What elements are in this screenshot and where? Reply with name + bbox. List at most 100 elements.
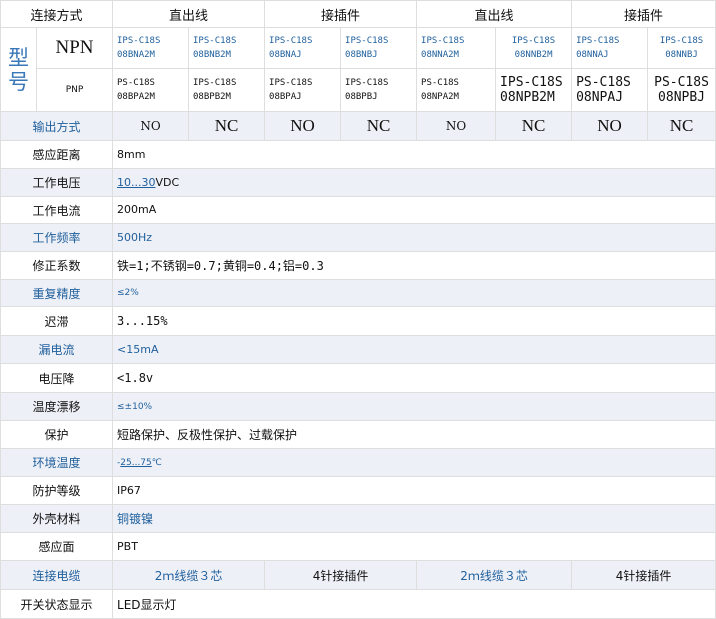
spec-row-housing-material: 外壳材料 铜镀镍 [0, 504, 716, 533]
status-label: 开关状态显示 [0, 589, 114, 619]
npn-model-line2: 08BNAJ [269, 50, 302, 60]
header-direct-cable-2: 直出线 [416, 0, 573, 28]
spec-row-operating-frequency: 工作频率 500Hz [0, 223, 716, 252]
model-label-char1: 型 [8, 45, 29, 70]
spec-label: 保护 [0, 420, 114, 449]
pnp-model-line2: 08NPA2M [421, 92, 459, 102]
temp-unit: ℃ [151, 457, 162, 468]
npn-label: NPN [35, 27, 114, 69]
header-direct-cable-1: 直出线 [112, 0, 266, 28]
pnp-model-cell: PS-C18S 08BPA2M [112, 68, 190, 112]
spec-value: 短路保护、反极性保护、过载保护 [112, 420, 716, 449]
spec-label: 感应面 [0, 532, 114, 561]
pnp-model-line2: 08NPB2M [500, 90, 555, 105]
spec-row-sensing-distance: 感应距离 8mm [0, 140, 716, 169]
spec-row-protection-rating: 防护等级 IP67 [0, 476, 716, 505]
spec-row-correction-factor: 修正系数 铁=1;不锈钢=0.7;黄铜=0.4;铝=0.3 [0, 251, 716, 280]
spec-row-operating-current: 工作电流 200mA [0, 196, 716, 224]
npn-model-cell: IPS-C18S 08NNBJ [647, 27, 716, 69]
output-value: NC [647, 111, 716, 141]
cable-label: 连接电缆 [0, 560, 114, 590]
npn-model-cell: IPS-C18S 08BNAJ [264, 27, 342, 69]
cable-value-connector-1: 4针接插件 [264, 560, 418, 590]
cable-value-connector-2: 4针接插件 [571, 560, 716, 590]
npn-model-line2: 08BNA2M [117, 50, 155, 60]
spec-value: 3...15% [112, 306, 716, 336]
spec-value: PBT [112, 532, 716, 561]
spec-row-repeatability: 重复精度 ≤2% [0, 279, 716, 307]
pnp-model-line1: PS-C18S [654, 75, 709, 90]
temperature-range-link[interactable]: 25...75 [120, 458, 152, 468]
npn-model-line1: IPS-C18S [345, 36, 389, 46]
npn-model-cell: IPS-C18S 08NNAJ [571, 27, 649, 69]
status-value: LED显示灯 [112, 589, 716, 619]
output-value: NC [188, 111, 266, 141]
pnp-model-line1: PS-C18S [576, 75, 631, 90]
voltage-range-link[interactable]: 10...30 [117, 176, 155, 189]
npn-model-cell: IPS-C18S 08BNBJ [340, 27, 418, 69]
spec-value: 500Hz [112, 223, 716, 252]
output-value: NO [264, 111, 342, 141]
spec-value: 10...30VDC [112, 168, 716, 197]
npn-model-line2: 08BNBJ [345, 50, 378, 60]
npn-model-cell: IPS-C18S 08NNA2M [416, 27, 497, 69]
npn-model-line1: IPS-C18S [576, 36, 620, 46]
spec-label: 工作电压 [0, 168, 114, 197]
npn-model-cell: IPS-C18S 08NNB2M [495, 27, 573, 69]
spec-table: 连接方式 直出线 接插件 直出线 接插件 型 号 NPN IPS-C18S 08B… [0, 0, 716, 619]
spec-label: 感应距离 [0, 140, 114, 169]
pnp-model-line2: 08NPAJ [576, 90, 624, 105]
npn-model-line1: IPS-C18S [421, 36, 465, 46]
spec-row-temperature-drift: 温度漂移 ≤±10% [0, 392, 716, 421]
spec-value: 铜镀镍 [112, 504, 716, 533]
pnp-model-cell: PS-C18S 08NPAJ [571, 68, 649, 112]
output-value: NO [112, 111, 190, 141]
spec-value: -25...75℃ [112, 448, 716, 477]
pnp-model-line1: IPS-C18S [193, 78, 237, 88]
npn-model-line2: 08NNBJ [665, 50, 698, 60]
npn-model-line1: IPS-C18S [269, 36, 313, 46]
pnp-model-line2: 08BPA2M [117, 92, 155, 102]
spec-label: 外壳材料 [0, 504, 114, 533]
pnp-model-line2: 08NPBJ [658, 90, 706, 105]
pnp-model-line1: PS-C18S [117, 78, 155, 88]
spec-value: 铁=1;不锈钢=0.7;黄铜=0.4;铝=0.3 [112, 251, 716, 280]
npn-model-line2: 08NNB2M [514, 50, 553, 60]
pnp-model-line2: 08BPAJ [269, 92, 302, 102]
pnp-model-cell: PS-C18S 08NPBJ [647, 68, 716, 112]
output-value: NO [416, 111, 497, 141]
pnp-model-line1: IPS-C18S [345, 78, 389, 88]
npn-model-line1: IPS-C18S [511, 36, 556, 46]
pnp-model-cell: IPS-C18S 08BPAJ [264, 68, 342, 112]
spec-label: 防护等级 [0, 476, 114, 505]
output-row: 输出方式 NO NC NO NC NO NC NO NC [0, 111, 716, 141]
cable-row: 连接电缆 2ｍ线缆３芯 4针接插件 2ｍ线缆３芯 4针接插件 [0, 560, 716, 590]
pnp-model-line2: 08BPB2M [193, 92, 231, 102]
spec-row-protection: 保护 短路保护、反极性保护、过载保护 [0, 420, 716, 449]
spec-row-sensing-face: 感应面 PBT [0, 532, 716, 561]
npn-model-line1: IPS-C18S [193, 36, 237, 46]
cable-value-direct-1: 2ｍ线缆３芯 [112, 560, 266, 590]
spec-value: 200mA [112, 196, 716, 224]
spec-value: ≤2% [112, 279, 716, 307]
pnp-label: PNP [35, 68, 114, 112]
spec-row-voltage-drop: 电压降 <1.8v [0, 363, 716, 393]
header-label: 连接方式 [0, 0, 114, 28]
pnp-model-line1: IPS-C18S [269, 78, 313, 88]
spec-value: IP67 [112, 476, 716, 505]
npn-model-line2: 08NNAJ [576, 50, 609, 60]
cable-value-direct-2: 2ｍ线缆３芯 [416, 560, 573, 590]
pnp-model-line1: IPS-C18S [500, 75, 563, 90]
output-value: NC [340, 111, 418, 141]
model-label-char2: 号 [8, 69, 29, 94]
npn-model-line1: IPS-C18S [117, 36, 161, 46]
spec-label: 环境温度 [0, 448, 114, 477]
pnp-model-cell: IPS-C18S 08BPBJ [340, 68, 418, 112]
npn-model-line1: IPS-C18S [659, 36, 704, 46]
spec-row-leakage-current: 漏电流 <15mA [0, 335, 716, 364]
header-connector-1: 接插件 [264, 0, 418, 28]
spec-label: 温度漂移 [0, 392, 114, 421]
npn-model-row: 型 号 NPN IPS-C18S 08BNA2M IPS-C18S 08BNB2M … [0, 27, 716, 112]
spec-label: 电压降 [0, 363, 114, 393]
npn-model-line2: 08NNA2M [421, 50, 459, 60]
